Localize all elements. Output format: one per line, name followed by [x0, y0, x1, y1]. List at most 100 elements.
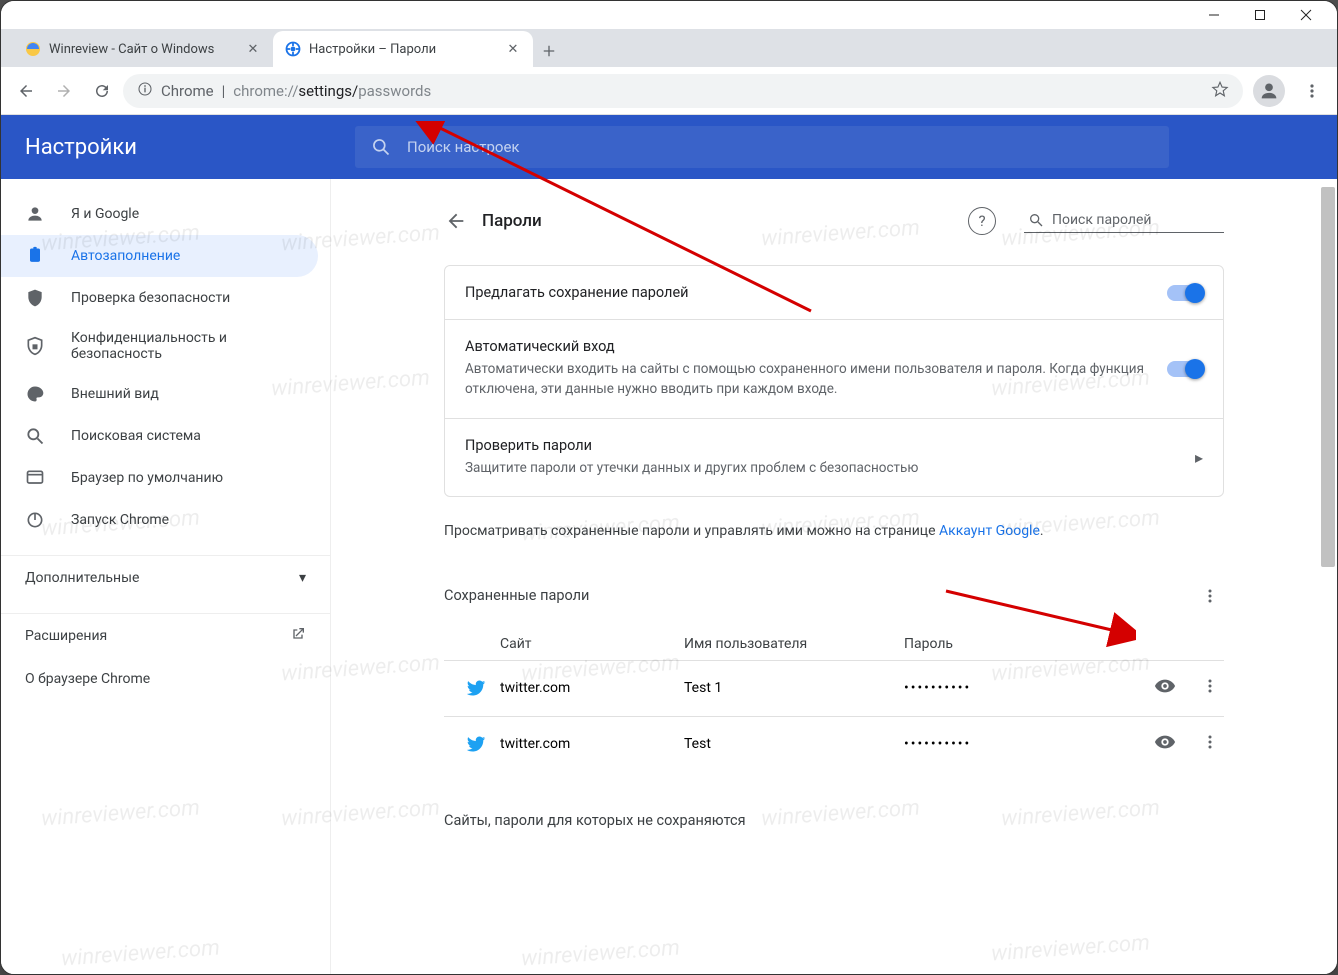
settings-search[interactable]: Поиск настроек	[355, 126, 1169, 168]
url-source: Chrome	[161, 82, 214, 100]
open-external-icon	[290, 626, 306, 646]
search-icon	[371, 137, 391, 157]
row-title: Предлагать сохранение паролей	[465, 284, 1167, 301]
password-row[interactable]: twitter.com Test 1 ••••••••••	[444, 660, 1224, 716]
scrollbar[interactable]	[1321, 187, 1335, 567]
row-more-icon[interactable]	[1202, 678, 1224, 698]
settings-header: Настройки Поиск настроек	[1, 115, 1337, 179]
row-more-icon[interactable]	[1202, 734, 1224, 754]
chevron-down-icon: ▾	[299, 570, 306, 586]
show-password-icon[interactable]	[1154, 675, 1176, 701]
cell-user: Test 1	[684, 680, 904, 696]
cell-pass: ••••••••••	[904, 680, 1154, 696]
back-button[interactable]	[9, 74, 43, 108]
window-close-button[interactable]	[1283, 1, 1329, 29]
site-info-icon[interactable]	[137, 81, 153, 101]
reload-button[interactable]	[85, 74, 119, 108]
sidebar-item-default-browser[interactable]: Браузер по умолчанию	[1, 457, 318, 499]
browser-toolbar: Chrome | chrome://settings/passwords	[1, 67, 1337, 115]
sidebar-item-label: Внешний вид	[71, 386, 294, 402]
tab-close-icon[interactable]: ✕	[505, 41, 521, 57]
browser-tab-0[interactable]: Winreview - Сайт о Windows ✕	[13, 31, 273, 67]
auto-signin-row: Автоматический вход Автоматически входит…	[445, 320, 1223, 419]
row-title: Проверить пароли	[465, 437, 1195, 454]
twitter-icon	[466, 734, 486, 754]
cell-user: Test	[684, 736, 904, 752]
search-icon	[25, 426, 47, 446]
browser-menu-icon[interactable]	[1295, 74, 1329, 108]
row-title: Автоматический вход	[465, 338, 1167, 355]
browser-icon	[25, 468, 47, 488]
help-icon[interactable]: ?	[968, 207, 996, 235]
cell-site: twitter.com	[500, 680, 684, 696]
settings-main: Пароли ? Поиск паролей Предлагать сохран…	[331, 179, 1337, 975]
tab-favicon-icon	[285, 41, 301, 57]
palette-icon	[25, 384, 47, 404]
window-title-bar	[1, 1, 1337, 29]
sidebar-item-on-startup[interactable]: Запуск Chrome	[1, 499, 318, 541]
sidebar-item-safety-check[interactable]: Проверка безопасности	[1, 277, 318, 319]
browser-tab-1[interactable]: Настройки – Пароли ✕	[273, 31, 533, 67]
sidebar-item-about[interactable]: О браузере Chrome	[1, 657, 330, 701]
about-label: О браузере Chrome	[25, 671, 150, 687]
check-passwords-row[interactable]: Проверить пароли Защитите пароли от утеч…	[445, 419, 1223, 496]
tab-favicon-icon	[25, 41, 41, 57]
page-back-button[interactable]	[444, 209, 468, 233]
sidebar-item-you-and-google[interactable]: Я и Google	[1, 193, 318, 235]
tab-title: Winreview - Сайт о Windows	[49, 42, 214, 57]
chevron-right-icon: ▸	[1195, 448, 1203, 467]
sidebar-item-search-engine[interactable]: Поисковая система	[1, 415, 318, 457]
sidebar-item-label: Автозаполнение	[71, 248, 294, 264]
sidebar-item-autofill[interactable]: Автозаполнение	[1, 235, 318, 277]
bookmark-star-icon[interactable]	[1211, 80, 1229, 102]
autofill-icon	[25, 246, 47, 266]
sidebar-item-label: Поисковая система	[71, 428, 294, 444]
cell-pass: ••••••••••	[904, 736, 1154, 752]
power-icon	[25, 510, 47, 530]
profile-avatar[interactable]	[1253, 75, 1285, 107]
advanced-label: Дополнительные	[25, 570, 139, 586]
google-account-link[interactable]: Аккаунт Google	[939, 523, 1040, 539]
cell-site: twitter.com	[500, 736, 684, 752]
sidebar-item-extensions[interactable]: Расширения	[1, 613, 330, 657]
password-row[interactable]: twitter.com Test ••••••••••	[444, 716, 1224, 772]
person-icon	[25, 204, 47, 224]
search-icon	[1028, 212, 1044, 228]
url-path: settings/	[298, 82, 358, 100]
twitter-icon	[466, 678, 486, 698]
sidebar-item-appearance[interactable]: Внешний вид	[1, 373, 318, 415]
window-minimize-button[interactable]	[1191, 1, 1237, 29]
lock-icon	[25, 336, 47, 356]
address-bar[interactable]: Chrome | chrome://settings/passwords	[123, 74, 1243, 108]
col-pass-header: Пароль	[904, 636, 1114, 652]
sidebar-item-label: Конфиденциальность и безопасность	[71, 330, 294, 362]
google-account-info: Просматривать сохраненные пароли и управ…	[444, 521, 1224, 542]
show-password-icon[interactable]	[1154, 731, 1176, 757]
window-maximize-button[interactable]	[1237, 1, 1283, 29]
url-scheme: chrome://	[233, 82, 298, 100]
settings-sidebar: Я и Google Автозаполнение Проверка безоп…	[1, 179, 331, 975]
sidebar-item-label: Проверка безопасности	[71, 290, 294, 306]
password-search-input[interactable]: Поиск паролей	[1024, 210, 1224, 233]
sidebar-advanced-toggle[interactable]: Дополнительные ▾	[1, 555, 330, 599]
sidebar-item-label: Запуск Chrome	[71, 512, 294, 528]
sidebar-item-label: Браузер по умолчанию	[71, 470, 294, 486]
saved-passwords-more-icon[interactable]	[1196, 582, 1224, 610]
row-description: Автоматически входить на сайты с помощью…	[465, 359, 1167, 400]
section-title: Сохраненные пароли	[444, 587, 589, 604]
tab-close-icon[interactable]: ✕	[245, 41, 261, 57]
url-subpath: passwords	[358, 82, 431, 100]
new-tab-button[interactable]	[533, 35, 565, 67]
col-user-header: Имя пользователя	[684, 636, 904, 652]
extensions-label: Расширения	[25, 628, 107, 644]
info-text: Просматривать сохраненные пароли и управ…	[444, 523, 939, 539]
settings-brand: Настройки	[25, 135, 335, 160]
sidebar-item-label: Я и Google	[71, 206, 294, 222]
offer-save-toggle[interactable]	[1167, 285, 1203, 301]
forward-button[interactable]	[47, 74, 81, 108]
auto-signin-toggle[interactable]	[1167, 361, 1203, 377]
col-site-header: Сайт	[444, 636, 684, 652]
sidebar-item-privacy-security[interactable]: Конфиденциальность и безопасность	[1, 319, 318, 373]
tab-strip: Winreview - Сайт о Windows ✕ Настройки –…	[1, 29, 1337, 67]
tab-title: Настройки – Пароли	[309, 42, 436, 57]
